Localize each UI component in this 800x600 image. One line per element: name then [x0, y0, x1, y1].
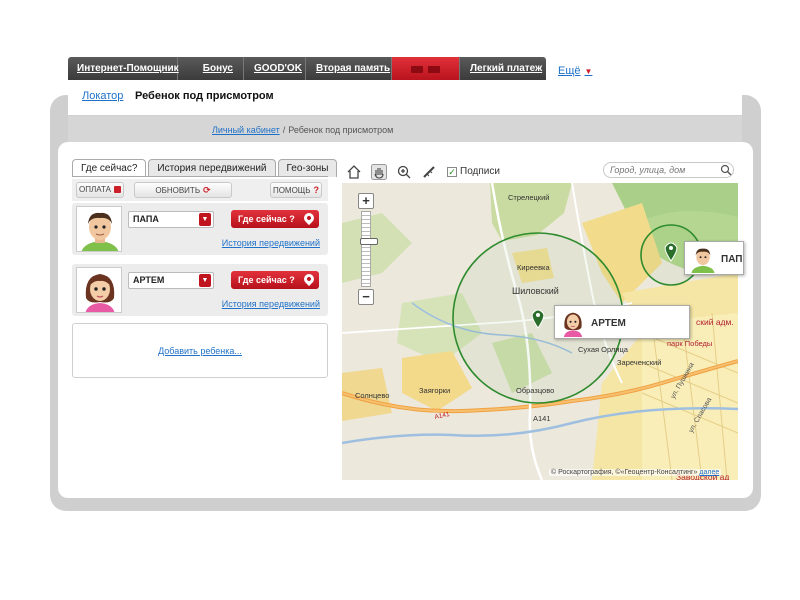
promo-graphic-icon: [428, 65, 440, 73]
avatar: [689, 244, 717, 274]
child-name: АРТЕМ: [133, 275, 165, 285]
tab-divider: [72, 176, 328, 177]
help-button[interactable]: ПОМОЩЬ?: [270, 182, 322, 198]
promo-graphic-icon: [411, 65, 423, 73]
where-now-label: Где сейчас ?: [238, 275, 295, 285]
question-icon: ?: [313, 185, 320, 195]
child-name: ПАПА: [133, 214, 159, 224]
child-name-select[interactable]: АРТЕМ ▼: [128, 272, 214, 289]
place-label: Киреевка: [517, 263, 551, 272]
subnav-locator-link[interactable]: Локатор: [82, 90, 123, 102]
zoom-out-button[interactable]: −: [358, 289, 374, 305]
labels-toggle-label: Подписи: [460, 166, 500, 177]
balloon-name: ПАП: [721, 254, 743, 265]
where-now-button[interactable]: Где сейчас ?: [231, 210, 319, 228]
female-avatar-icon: [559, 309, 587, 337]
add-child-link[interactable]: Добавить ребенка...: [73, 346, 327, 356]
map-balloon[interactable]: АРТЕМ: [554, 305, 690, 339]
avatar: [76, 206, 122, 252]
breadcrumb-strip: [68, 116, 742, 142]
place-label: ский адм.: [696, 317, 734, 327]
nav-tab-internet-helper[interactable]: Интернет-Помощник: [68, 57, 179, 81]
zoom-region-icon[interactable]: [396, 164, 412, 180]
breadcrumb-separator: /: [282, 125, 286, 135]
where-now-button[interactable]: Где сейчас ?: [231, 271, 319, 289]
male-avatar-icon: [77, 207, 121, 251]
history-link[interactable]: История передвижений: [222, 299, 320, 309]
sub-navigation: Локатор Ребенок под присмотром: [68, 80, 742, 116]
tab-movement-history[interactable]: История передвижений: [148, 159, 276, 177]
subnav-current-page: Ребенок под присмотром: [135, 90, 274, 102]
dropdown-arrow-icon: ▼: [199, 274, 211, 287]
place-label: парк Победы: [667, 339, 712, 348]
locator-tabs: Где сейчас? История передвижений Гео-зон…: [72, 159, 338, 177]
nav-tab-goodok[interactable]: GOOD'OK: [244, 57, 306, 81]
place-label: Шиловский: [512, 286, 559, 296]
place-label: Сухая Орлица: [578, 345, 629, 354]
avatar: [559, 308, 587, 338]
where-now-label: Где сейчас ?: [238, 214, 295, 224]
breadcrumb-cabinet-link[interactable]: Личный кабинет: [212, 125, 280, 135]
search-icon[interactable]: [720, 164, 732, 176]
refresh-label: ОБНОВИТЬ: [155, 186, 201, 195]
place-label: Солнцево: [355, 391, 389, 400]
nav-tab-bonus[interactable]: Бонус: [178, 57, 244, 81]
pay-button[interactable]: ОПЛАТА: [76, 182, 124, 198]
map-pin-icon: [301, 210, 317, 226]
hand-drag-icon[interactable]: [371, 164, 387, 180]
avatar: [76, 267, 122, 313]
copyright-text: © Роскартография, ©«Геоцентр-Консалтинг»: [551, 469, 698, 476]
pay-label: ОПЛАТА: [79, 185, 111, 194]
place-label: Образцово: [516, 386, 554, 395]
breadcrumb: Личный кабинет / Ребенок под присмотром: [212, 125, 393, 135]
nav-tab-second-memory[interactable]: Вторая память: [306, 57, 392, 81]
more-menu-link[interactable]: Ещё ▼: [558, 65, 592, 77]
balloon-name: АРТЕМ: [591, 318, 626, 329]
child-name-select[interactable]: ПАПА ▼: [128, 211, 214, 228]
dropdown-arrow-icon: ▼: [199, 213, 211, 226]
road-label: А141: [533, 414, 551, 423]
copyright-more-link[interactable]: далее: [699, 469, 719, 476]
male-avatar-icon: [689, 245, 717, 273]
zoom-slider-track[interactable]: [360, 211, 378, 287]
add-child-box: Добавить ребенка...: [72, 323, 328, 378]
child-card: ПАПА ▼ Где сейчас ? История передвижений: [72, 203, 328, 255]
locator-page: Интернет-Помощник Бонус GOOD'OK Вторая п…: [0, 0, 800, 600]
tab-where-now[interactable]: Где сейчас?: [72, 159, 147, 177]
history-link[interactable]: История передвижений: [222, 238, 320, 248]
chevron-down-icon: ▼: [584, 66, 593, 76]
place-label: Стрелецкий: [508, 193, 549, 202]
place-label: Зареченский: [617, 358, 661, 367]
zoom-in-button[interactable]: +: [358, 193, 374, 209]
map-copyright: © Роскартография, ©«Геоцентр-Консалтинг»…: [549, 469, 722, 476]
zoom-slider-handle[interactable]: [360, 238, 378, 245]
breadcrumb-current: Ребенок под присмотром: [288, 125, 394, 135]
place-label: Заягорки: [419, 386, 450, 395]
map-search-input[interactable]: [603, 162, 734, 178]
nav-tab-easy-payment[interactable]: Легкий платеж: [460, 57, 546, 81]
more-label: Ещё: [558, 65, 581, 77]
zoom-control: + −: [358, 193, 378, 305]
home-icon[interactable]: [346, 164, 362, 180]
map-pin-icon: [301, 271, 317, 287]
help-label: ПОМОЩЬ: [272, 186, 311, 195]
wallet-icon: [113, 186, 121, 193]
checkbox-checked-icon: ✓: [447, 166, 457, 177]
child-card: АРТЕМ ▼ Где сейчас ? История передвижени…: [72, 264, 328, 316]
tab-geo-zones[interactable]: Гео-зоны: [277, 159, 338, 177]
labels-checkbox[interactable]: ✓ Подписи: [447, 166, 500, 177]
female-avatar-icon: [77, 268, 121, 312]
refresh-button[interactable]: ОБНОВИТЬ ⟳: [134, 182, 232, 198]
refresh-icon: ⟳: [203, 185, 211, 195]
map-balloon[interactable]: ПАП: [684, 241, 744, 275]
nav-tab-promo-banner[interactable]: [392, 57, 460, 81]
ruler-icon[interactable]: [421, 164, 437, 180]
top-navigation: Интернет-Помощник Бонус GOOD'OK Вторая п…: [68, 57, 546, 81]
